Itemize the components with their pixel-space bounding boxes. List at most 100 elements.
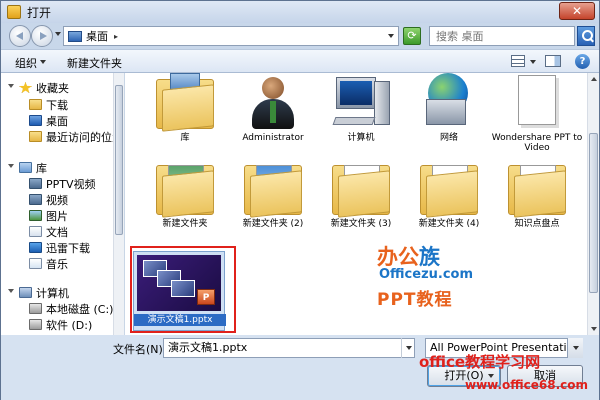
file-item-label: 网络: [439, 133, 458, 143]
sidebar-item-xunlei[interactable]: 迅雷下载: [29, 240, 90, 255]
watermark-logo-a: 办公: [377, 245, 419, 269]
filename-dropdown-icon[interactable]: [401, 338, 415, 358]
file-item-new-folder[interactable]: 新建文件夹: [139, 159, 231, 229]
scroll-down-icon[interactable]: [591, 327, 597, 331]
watermark-logo-b: 族: [419, 245, 440, 269]
file-type-dropdown-icon[interactable]: [567, 338, 583, 358]
sidebar-item-downloads[interactable]: 下载: [29, 97, 68, 112]
file-item-wondershare[interactable]: Wondershare PPT to Video: [491, 73, 583, 153]
sidebar-item-libraries[interactable]: 库: [19, 160, 47, 175]
search-icon[interactable]: [577, 26, 595, 46]
recent-pages-dropdown[interactable]: [55, 32, 61, 36]
favorites-expander-icon[interactable]: [8, 84, 14, 88]
folder-icon: [152, 159, 218, 218]
file-item-label: 新建文件夹 (4): [418, 219, 480, 229]
file-item-new-folder-3[interactable]: 新建文件夹 (3): [315, 159, 407, 229]
sidebar-item-label: 音乐: [46, 257, 68, 271]
folder-open-icon: [7, 5, 21, 19]
file-item-new-folder-2[interactable]: 新建文件夹 (2): [227, 159, 319, 229]
scrollbar-thumb[interactable]: [589, 133, 598, 293]
sidebar-item-label: 桌面: [46, 114, 68, 128]
breadcrumb-separator[interactable]: ▸: [114, 32, 118, 41]
sidebar-item-label: 计算机: [36, 286, 69, 300]
search-box[interactable]: [429, 26, 575, 46]
sidebar-item-desktop[interactable]: 桌面: [29, 113, 68, 128]
sidebar-item-computer[interactable]: 计算机: [19, 285, 69, 300]
file-item-computer[interactable]: 计算机: [315, 73, 407, 143]
highlight-annotation: [130, 246, 236, 333]
picture-library-icon: [29, 210, 42, 221]
document-library-icon: [29, 226, 42, 237]
organize-button[interactable]: 组织: [15, 55, 37, 71]
sidebar-item-favorites[interactable]: 收藏夹: [19, 80, 69, 95]
sidebar-item-drive-d[interactable]: 软件 (D:): [29, 317, 92, 332]
watermark-site: Officezu.com: [379, 267, 474, 282]
scrollbar-thumb[interactable]: [115, 85, 123, 235]
sidebar-item-label: 文档: [46, 225, 68, 239]
folder-icon: [416, 159, 482, 218]
command-bar: 组织 新建文件夹 ?: [1, 49, 599, 73]
music-library-icon: [29, 258, 42, 269]
star-icon: [19, 82, 32, 93]
forward-button[interactable]: [31, 25, 53, 47]
filename-label: 文件名(N):: [113, 343, 167, 356]
refresh-button[interactable]: ⟳: [403, 27, 421, 45]
file-list-scrollbar[interactable]: [587, 73, 599, 335]
sidebar-item-label: 下载: [46, 98, 68, 112]
sidebar-item-label: 迅雷下载: [46, 241, 90, 255]
sidebar-item-label: PPTV视频: [46, 177, 96, 191]
window-title: 打开: [27, 5, 52, 20]
navigation-pane: 收藏夹 下载 桌面 最近访问的位置 库 PPTV视频 视频 图片 文档 迅雷下载…: [1, 73, 125, 335]
title-bar: 打开 ✕: [1, 1, 599, 23]
breadcrumb[interactable]: 桌面 ▸: [63, 26, 399, 46]
address-history-dropdown[interactable]: [388, 34, 394, 38]
computer-icon: [328, 73, 394, 131]
navigation-scrollbar[interactable]: [113, 73, 124, 335]
file-item-knowledge[interactable]: 知识点盘点: [491, 159, 583, 229]
address-bar: 桌面 ▸ ⟳: [1, 23, 599, 49]
document-icon: [504, 73, 570, 131]
sidebar-item-recent-places[interactable]: 最近访问的位置: [29, 129, 123, 144]
breadcrumb-location[interactable]: 桌面: [86, 28, 108, 44]
file-item-network[interactable]: 网络: [403, 73, 495, 143]
sidebar-item-pictures[interactable]: 图片: [29, 208, 68, 223]
libraries-expander-icon[interactable]: [8, 164, 14, 168]
recent-places-icon: [29, 131, 42, 142]
disk-icon: [29, 303, 42, 314]
change-view-icon[interactable]: [511, 55, 525, 67]
sidebar-item-videos[interactable]: 视频: [29, 192, 68, 207]
sidebar-item-label: 本地磁盘 (C:): [46, 302, 114, 316]
sidebar-item-label: 最近访问的位置: [46, 130, 123, 144]
help-icon[interactable]: ?: [575, 54, 590, 69]
video-library-icon: [29, 178, 42, 189]
file-item-administrator[interactable]: Administrator: [227, 73, 319, 143]
view-options-dropdown-icon[interactable]: [530, 60, 536, 64]
search-input[interactable]: [430, 27, 570, 45]
back-button[interactable]: [9, 25, 31, 47]
computer-expander-icon[interactable]: [8, 289, 14, 293]
close-button[interactable]: ✕: [559, 2, 595, 20]
library-icon: [19, 162, 32, 173]
file-item-label: Administrator: [242, 133, 304, 143]
folder-icon: [504, 159, 570, 218]
sidebar-item-music[interactable]: 音乐: [29, 256, 68, 271]
sidebar-item-label: 软件 (D:): [46, 318, 93, 332]
sidebar-item-label: 视频: [46, 193, 68, 207]
file-item-libraries[interactable]: 库: [139, 73, 231, 143]
sidebar-item-documents[interactable]: 文档: [29, 224, 68, 239]
computer-icon: [19, 287, 32, 298]
preview-pane-icon[interactable]: [545, 55, 561, 67]
file-item-label: 计算机: [347, 133, 375, 143]
watermark-ppt: PPT教程: [377, 290, 453, 310]
sidebar-item-label: 收藏夹: [36, 81, 69, 95]
user-icon: [240, 73, 306, 131]
file-item-new-folder-4[interactable]: 新建文件夹 (4): [403, 159, 495, 229]
sidebar-item-drive-c[interactable]: 本地磁盘 (C:): [29, 301, 113, 316]
new-folder-button[interactable]: 新建文件夹: [67, 55, 122, 71]
file-item-label: Wondershare PPT to Video: [491, 133, 583, 153]
filename-field[interactable]: 演示文稿1.pptx: [163, 338, 415, 358]
sidebar-item-pptv[interactable]: PPTV视频: [29, 176, 96, 191]
scroll-up-icon[interactable]: [591, 77, 597, 81]
organize-dropdown-icon[interactable]: [40, 60, 46, 64]
file-item-label: 知识点盘点: [514, 219, 560, 229]
